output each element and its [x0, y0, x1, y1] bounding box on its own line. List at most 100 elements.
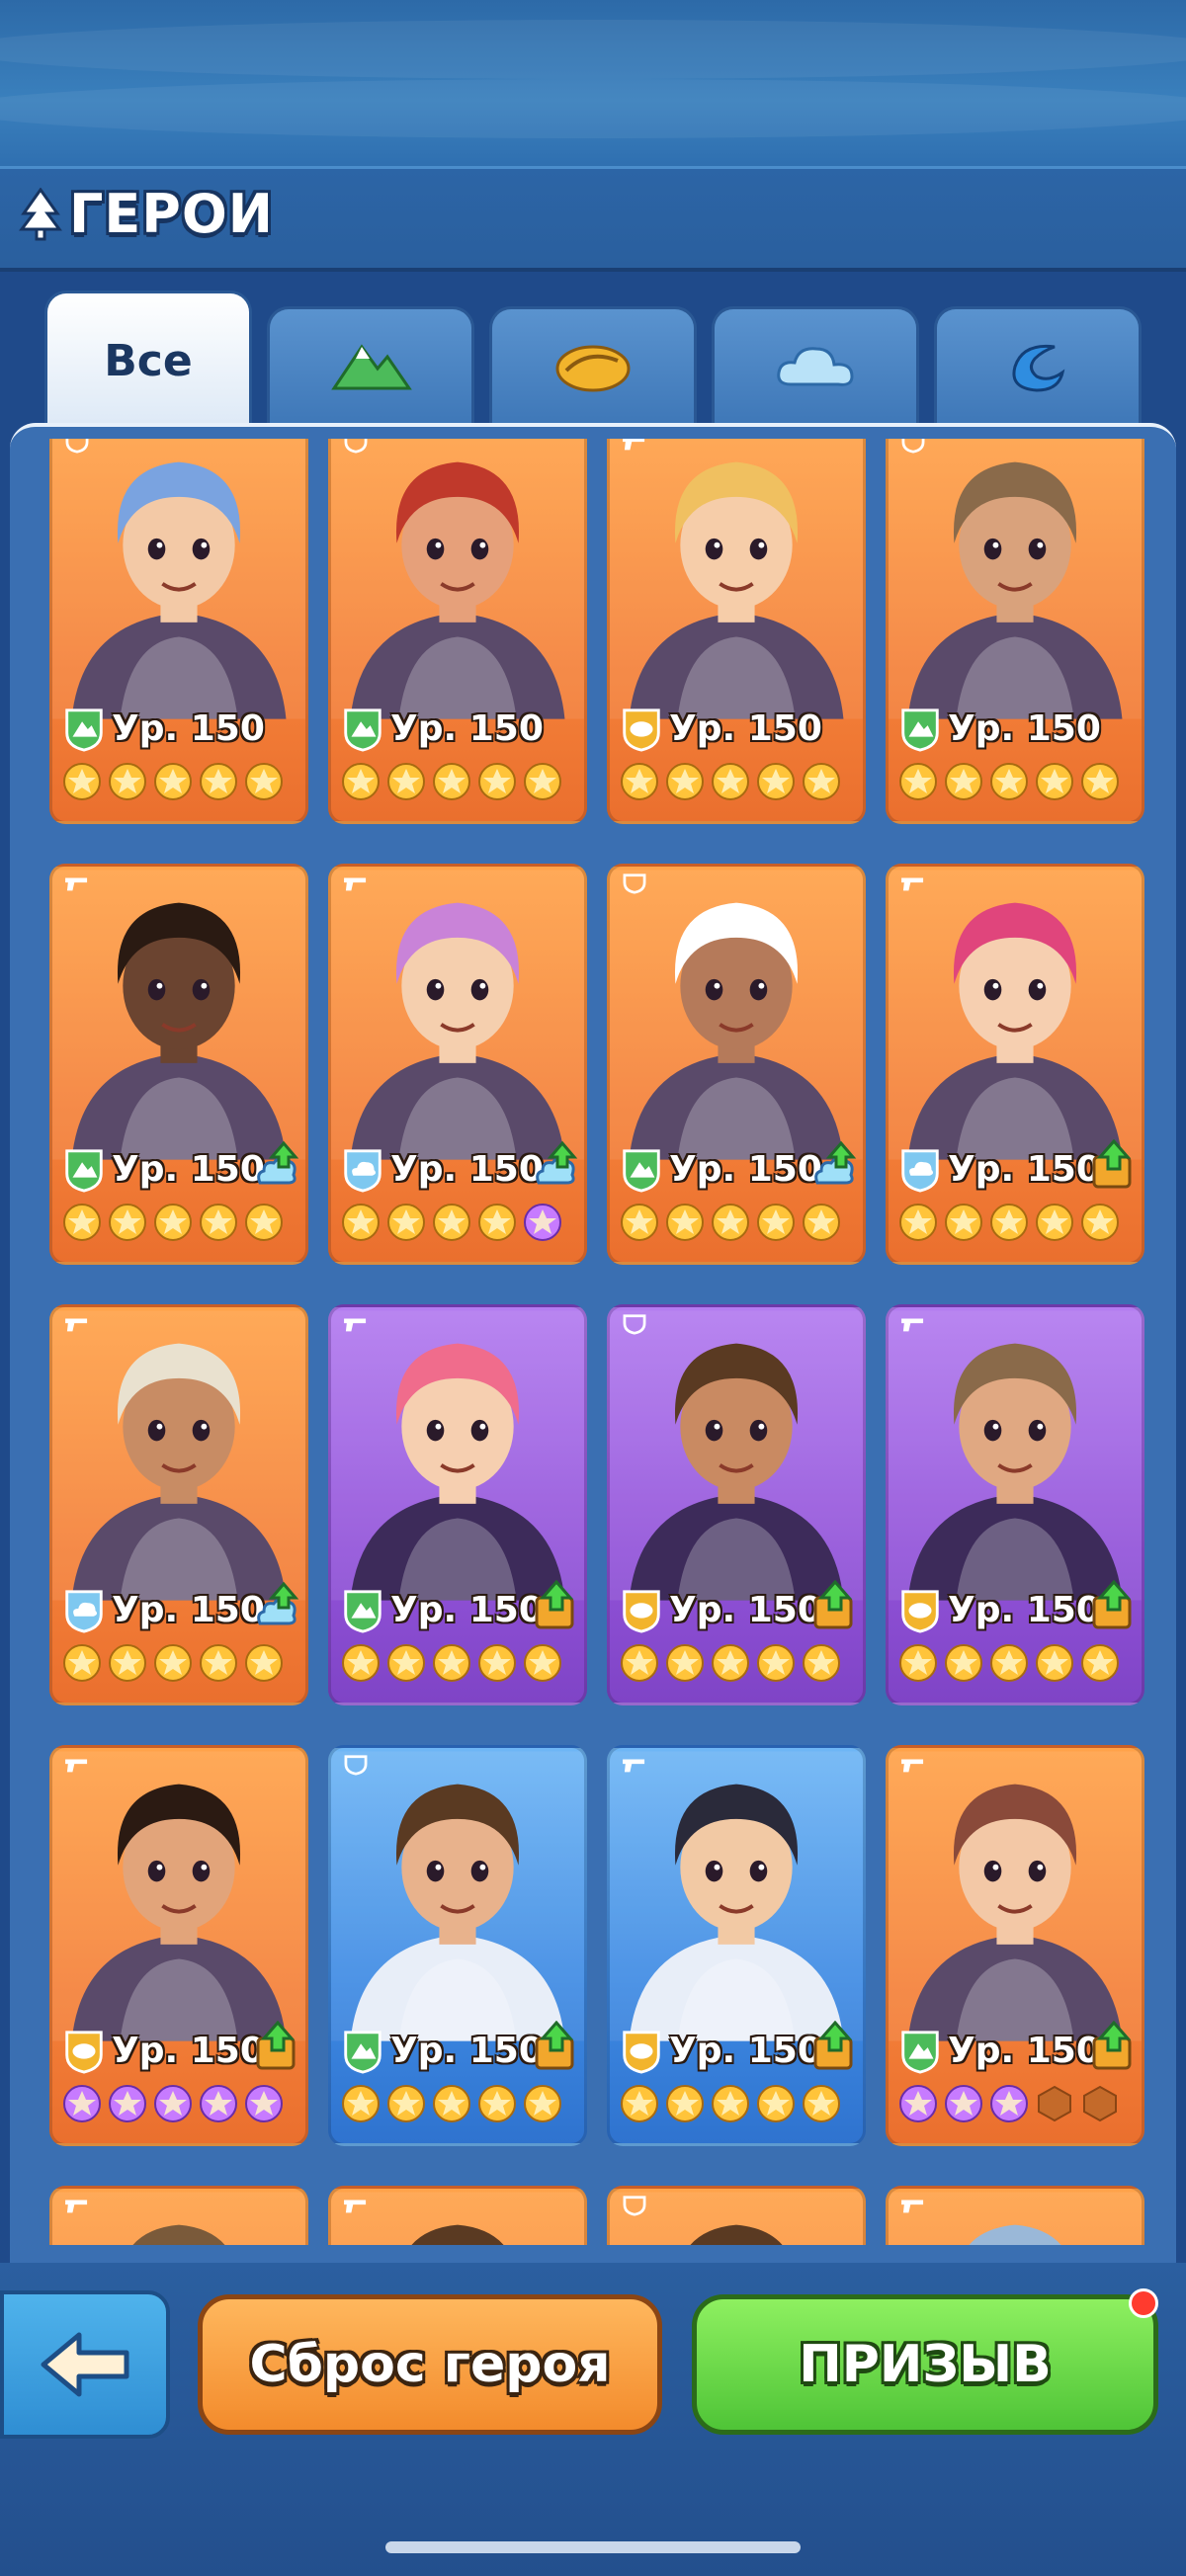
gold-star-icon: [1036, 763, 1073, 800]
summon-label: ПРИЗЫВ: [799, 2335, 1052, 2394]
gun-class-icon: [65, 877, 88, 891]
gold-star-icon: [524, 763, 561, 800]
tab-all-label: Все: [104, 336, 193, 386]
tab-mountain[interactable]: [267, 306, 474, 423]
gold-star-icon: [1081, 1644, 1119, 1682]
gold-star-icon: [899, 763, 937, 800]
tab-cloud[interactable]: [712, 306, 919, 423]
hero-stars: [341, 762, 562, 801]
hero-card[interactable]: Ур. 150: [886, 1304, 1144, 1705]
hero-card[interactable]: Ур. 150: [49, 439, 308, 824]
gold-star-icon: [433, 1644, 470, 1682]
hero-level-row: Ур. 150: [341, 705, 544, 752]
gold-star-icon: [757, 763, 795, 800]
gun-class-icon: [65, 1759, 88, 1773]
hero-level: Ур. 150: [112, 1589, 265, 1630]
upgrade-book-icon: [535, 2021, 574, 2070]
gold-star-icon: [945, 763, 982, 800]
hero-card[interactable]: Ур. 150: [886, 439, 1144, 824]
gun-class-icon: [901, 1759, 924, 1773]
gold-star-icon: [990, 1644, 1028, 1682]
sun-icon: [555, 345, 631, 391]
hero-card[interactable]: Ур. 150: [328, 1745, 587, 2146]
gold-star-icon: [342, 2085, 380, 2122]
upgrade-cloud-icon: [814, 1140, 857, 1185]
tab-wave[interactable]: [934, 306, 1142, 423]
hero-portrait: [52, 1310, 305, 1601]
hero-stars: [62, 2084, 284, 2123]
hero-portrait: [331, 1751, 584, 2041]
upgrade-cloud-icon: [536, 1140, 578, 1185]
mountain-faction-icon: [344, 708, 381, 752]
gold-star-icon: [342, 763, 380, 800]
empty-star-icon: [1083, 2085, 1117, 2122]
tab-all[interactable]: Все: [44, 291, 252, 429]
shield-class-icon: [623, 873, 646, 894]
mountain-faction-icon: [623, 1149, 660, 1193]
hero-level: Ур. 150: [948, 1589, 1101, 1630]
hero-card[interactable]: [49, 2186, 308, 2245]
hero-card[interactable]: Ур. 150: [607, 439, 866, 824]
gold-star-icon: [342, 1644, 380, 1682]
hero-portrait: [610, 1310, 863, 1601]
upgrade-cloud-icon: [257, 1581, 299, 1625]
hero-portrait: [52, 1751, 305, 2041]
gold-star-icon: [245, 763, 283, 800]
mountain-faction-icon: [65, 1149, 103, 1193]
hero-stars: [341, 1203, 562, 1242]
hero-level-row: Ур. 150: [898, 1145, 1101, 1193]
gold-star-icon: [245, 1644, 283, 1682]
mountain-icon: [331, 343, 412, 389]
hero-card[interactable]: Ур. 150: [49, 864, 308, 1265]
sun-faction-icon: [623, 1590, 660, 1633]
tab-sun[interactable]: [489, 306, 697, 423]
hero-card[interactable]: [886, 2186, 1144, 2245]
hero-card[interactable]: Ур. 150: [328, 864, 587, 1265]
hero-card[interactable]: Ур. 150: [886, 1745, 1144, 2146]
hero-card[interactable]: Ур. 150: [49, 1304, 308, 1705]
summon-button[interactable]: ПРИЗЫВ: [692, 2294, 1158, 2435]
hero-card[interactable]: Ур. 150: [49, 1745, 308, 2146]
back-button[interactable]: [0, 2290, 170, 2439]
gun-class-icon: [65, 1318, 88, 1332]
purple-star-icon: [154, 2085, 192, 2122]
gold-star-icon: [757, 2085, 795, 2122]
hero-card[interactable]: Ур. 150: [328, 1304, 587, 1705]
hero-portrait: [610, 870, 863, 1160]
gold-star-icon: [666, 1204, 704, 1241]
hero-portrait: [889, 870, 1142, 1160]
hero-card[interactable]: Ур. 150: [607, 1304, 866, 1705]
gold-star-icon: [200, 763, 237, 800]
hero-level-row: Ур. 150: [341, 2027, 544, 2074]
gold-star-icon: [803, 1644, 840, 1682]
hero-card[interactable]: [607, 2186, 866, 2245]
gold-star-icon: [154, 1644, 192, 1682]
upgrade-cloud-icon: [257, 1140, 299, 1185]
shield-class-icon: [623, 2196, 646, 2216]
hero-card[interactable]: Ур. 150: [886, 864, 1144, 1265]
gold-star-icon: [387, 1644, 425, 1682]
hero-portrait: [610, 1751, 863, 2041]
hero-stars: [62, 1643, 284, 1683]
mountain-faction-icon: [901, 708, 939, 752]
gun-class-icon: [623, 1759, 645, 1773]
mountain-faction-icon: [344, 1590, 381, 1633]
hero-level-row: Ур. 150: [898, 2027, 1101, 2074]
summon-notification-dot: [1129, 2288, 1158, 2318]
reset-hero-label: Сброс героя: [249, 2335, 611, 2394]
reset-hero-button[interactable]: Сброс героя: [198, 2294, 662, 2435]
hero-card[interactable]: Ур. 150: [328, 439, 587, 824]
gold-star-icon: [621, 1204, 658, 1241]
hero-level: Ур. 150: [669, 707, 822, 749]
mountain-faction-icon: [901, 2031, 939, 2074]
hero-card[interactable]: Ур. 150: [607, 1745, 866, 2146]
hero-level-row: Ур. 150: [62, 705, 265, 752]
gold-star-icon: [666, 763, 704, 800]
hero-card[interactable]: Ур. 150: [607, 864, 866, 1265]
page-title-text: ГЕРОИ: [69, 183, 274, 245]
heroes-grid: Ур. 150 Ур. 150 Ур. 150 Ур. 150 Ур. 150 Ур. 1…: [40, 439, 1146, 2245]
background-wave: [0, 79, 1186, 138]
gold-star-icon: [200, 1644, 237, 1682]
purple-star-icon: [899, 2085, 937, 2122]
hero-card[interactable]: [328, 2186, 587, 2245]
